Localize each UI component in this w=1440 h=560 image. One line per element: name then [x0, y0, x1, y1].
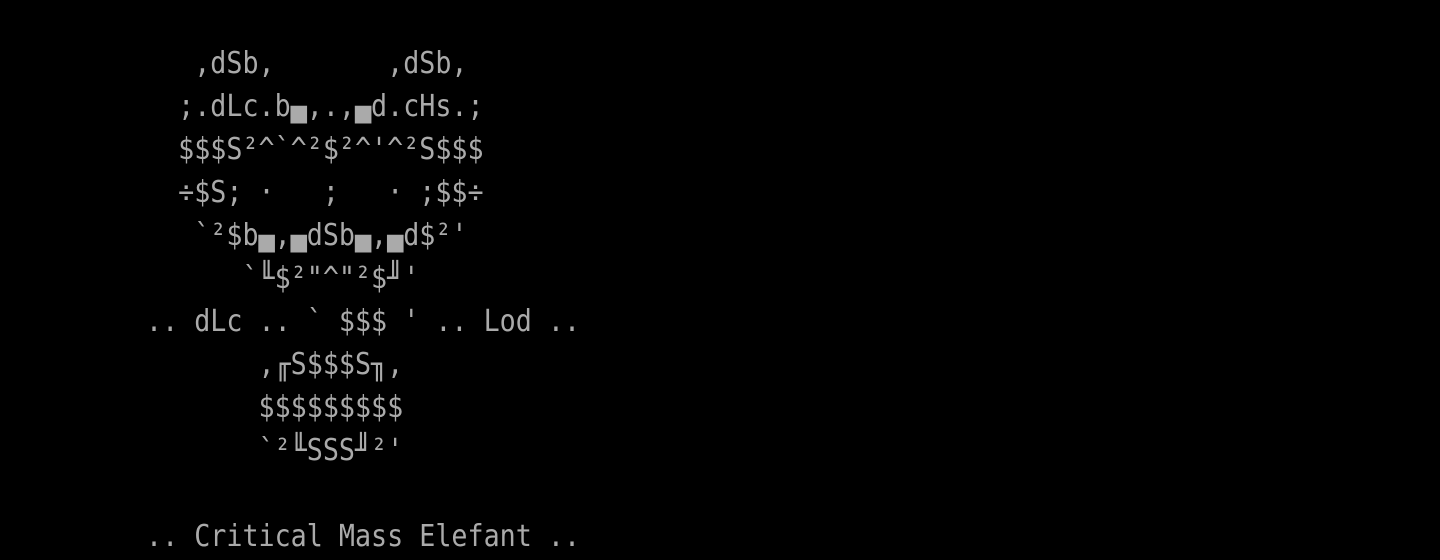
- ascii-line: ;.dLc.b▄,.,▄d.cHs.;: [146, 89, 484, 124]
- ascii-line: `╙$²"^"²$╜': [146, 261, 420, 296]
- ascii-line-credits: .. dLc .. ` $$$ ' .. Lod ..: [146, 304, 581, 339]
- ascii-art-block: ,dSb, ,dSb, ;.dLc.b▄,.,▄d.cHs.; $$$S²^`^…: [146, 42, 634, 558]
- ascii-line: ÷$S; · ; · ;$$÷: [146, 175, 484, 210]
- terminal-screen: ,dSb, ,dSb, ;.dLc.b▄,.,▄d.cHs.; $$$S²^`^…: [0, 0, 1440, 560]
- ascii-line: $$$$$$$$$: [146, 390, 404, 425]
- ascii-line: ,dSb, ,dSb,: [146, 46, 468, 81]
- ascii-line: ,╓S$$$S╖,: [146, 347, 404, 382]
- ascii-line: `²$b▄,▄dSb▄,▄d$²': [146, 218, 468, 253]
- ascii-line: $$$S²^`^²$²^'^²S$$$: [146, 132, 484, 167]
- ascii-line: `²╙SSS╜²': [146, 433, 404, 468]
- group-name-line: .. Critical Mass Elefant ..: [146, 519, 581, 554]
